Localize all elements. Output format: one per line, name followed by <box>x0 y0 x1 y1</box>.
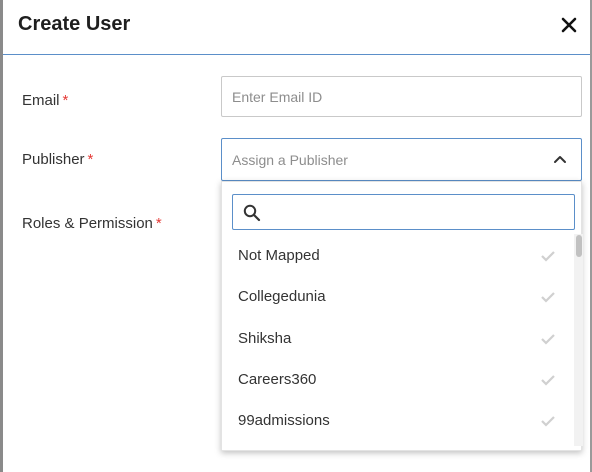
close-button[interactable] <box>559 14 579 36</box>
publisher-option-label: Collegedunia <box>238 288 326 305</box>
publisher-label-text: Publisher <box>22 151 85 168</box>
dropdown-scrollbar-track[interactable] <box>574 234 583 446</box>
publisher-option[interactable]: Not Mapped <box>222 235 574 276</box>
publisher-option-label: Careers360 <box>238 371 317 388</box>
publisher-select[interactable]: Assign a Publisher <box>221 138 582 181</box>
publisher-option-label: Shiksha <box>238 330 292 347</box>
dialog-header: Create User <box>3 0 590 55</box>
publisher-dropdown: Not Mapped Collegedunia Shiksha Careers3… <box>221 181 583 451</box>
check-icon <box>541 251 555 262</box>
publisher-placeholder: Assign a Publisher <box>232 152 348 168</box>
email-required-mark: * <box>62 92 69 109</box>
email-label-text: Email <box>22 92 60 109</box>
publisher-option[interactable]: Careers360 <box>222 359 574 400</box>
publisher-option[interactable]: Collegedunia <box>222 276 574 317</box>
publisher-option[interactable]: Shiksha <box>222 318 574 359</box>
dropdown-scrollbar-thumb[interactable] <box>576 235 582 257</box>
search-icon <box>243 204 261 222</box>
roles-permission-label: Roles & Permission * <box>22 215 162 232</box>
roles-label-text: Roles & Permission <box>22 215 153 232</box>
create-user-dialog: Create User Email * Enter Email ID Publis… <box>3 0 590 472</box>
email-label: Email * <box>22 92 68 109</box>
dialog-title: Create User <box>18 13 131 35</box>
close-icon <box>561 17 577 33</box>
check-icon <box>541 375 555 386</box>
publisher-search-input[interactable] <box>232 194 575 230</box>
publisher-option-label: 99admissions <box>238 412 330 429</box>
publisher-required-mark: * <box>87 151 94 168</box>
email-field[interactable]: Enter Email ID <box>221 76 582 117</box>
publisher-label: Publisher * <box>22 151 93 168</box>
check-icon <box>541 334 555 345</box>
email-placeholder: Enter Email ID <box>232 89 323 105</box>
check-icon <box>541 416 555 427</box>
roles-required-mark: * <box>155 215 162 232</box>
publisher-option-label: Not Mapped <box>238 247 320 264</box>
check-icon <box>541 292 555 303</box>
publisher-option[interactable]: 99admissions <box>222 400 574 441</box>
chevron-up-icon[interactable] <box>553 153 567 165</box>
